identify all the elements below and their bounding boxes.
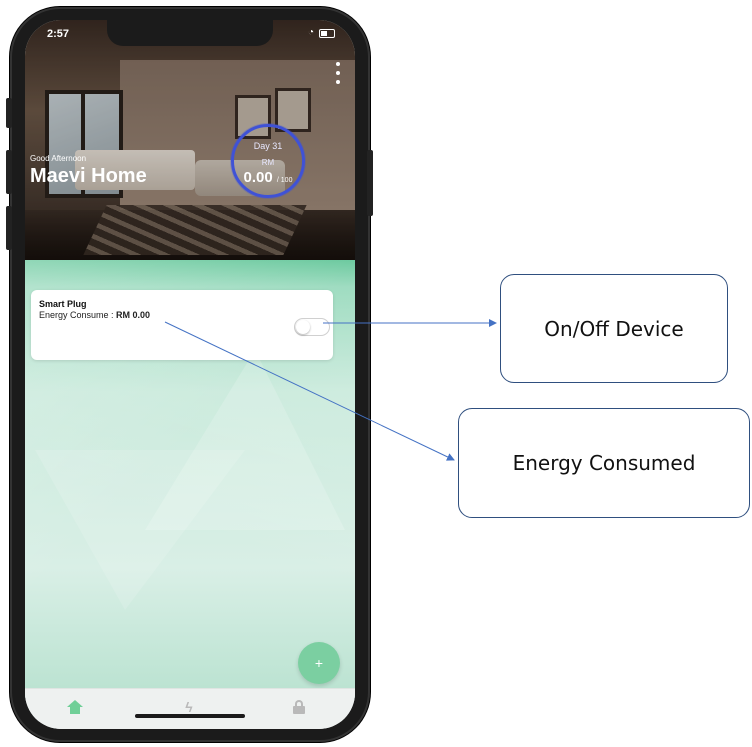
power-button bbox=[367, 150, 373, 216]
device-name: Smart Plug bbox=[39, 299, 87, 309]
bolt-icon: ϟ bbox=[185, 699, 193, 715]
home-icon bbox=[67, 700, 83, 714]
more-menu-icon[interactable] bbox=[335, 62, 341, 84]
energy-label: Energy Consume : bbox=[39, 310, 117, 320]
add-device-button[interactable]: + bbox=[298, 642, 340, 684]
budget-amount: 0.00 bbox=[243, 169, 273, 186]
budget-day: Day 31 bbox=[253, 141, 283, 151]
volume-down-button bbox=[6, 206, 12, 250]
header-hero: 2:57 ◔ Good Afternoon Maevi Home Day 31 … bbox=[25, 20, 355, 260]
tab-lock[interactable] bbox=[279, 695, 319, 719]
lock-icon bbox=[293, 700, 305, 714]
budget-ring[interactable]: Day 31 RM 0.00 / 100 bbox=[231, 124, 305, 198]
wifi-icon: ◔ bbox=[307, 27, 314, 38]
background-facet bbox=[35, 450, 245, 610]
budget-currency: RM bbox=[261, 158, 275, 167]
tab-bar: ϟ bbox=[25, 688, 355, 729]
greeting-text: Good Afternoon bbox=[30, 154, 87, 163]
device-energy: Energy Consume : RM 0.00 bbox=[39, 310, 150, 320]
callout-energy-consumed: Energy Consumed bbox=[458, 408, 750, 518]
budget-amount-row: 0.00 / 100 bbox=[234, 169, 302, 186]
tab-home[interactable] bbox=[55, 695, 95, 719]
volume-up-button bbox=[6, 150, 12, 194]
home-indicator bbox=[135, 714, 245, 718]
battery-icon bbox=[319, 28, 335, 38]
device-card-smart-plug[interactable]: Smart Plug Energy Consume : RM 0.00 bbox=[31, 290, 333, 360]
callout-onoff-device: On/Off Device bbox=[500, 274, 728, 383]
device-notch bbox=[107, 20, 273, 46]
home-name: Maevi Home bbox=[30, 165, 147, 187]
status-time: 2:57 bbox=[47, 28, 70, 40]
budget-limit: / 100 bbox=[276, 177, 293, 184]
status-icons: ◔ bbox=[308, 28, 335, 38]
device-power-toggle[interactable] bbox=[294, 318, 330, 336]
phone-screen: 2:57 ◔ Good Afternoon Maevi Home Day 31 … bbox=[25, 20, 355, 729]
toggle-knob bbox=[296, 320, 310, 334]
hero-image-shade bbox=[25, 20, 355, 260]
energy-value: RM 0.00 bbox=[116, 310, 151, 320]
mute-switch bbox=[6, 98, 12, 128]
